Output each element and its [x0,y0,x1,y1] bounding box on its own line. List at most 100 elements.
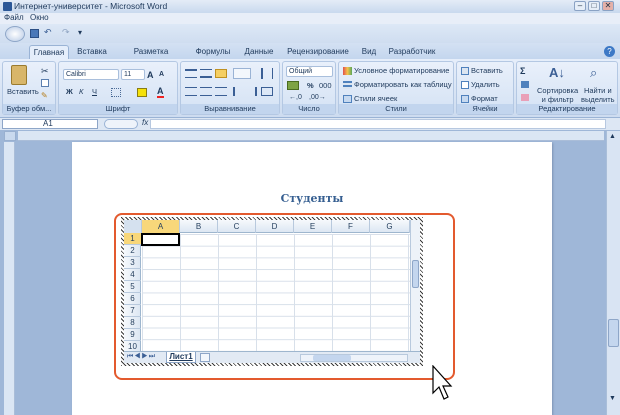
row-header[interactable]: 3 [124,257,141,269]
scroll-down-icon[interactable]: ▼ [609,395,616,402]
tab-insert[interactable]: Вставка [74,45,110,59]
sheet-tab[interactable]: Лист1 [166,352,196,363]
text-orientation-icon[interactable] [233,68,251,79]
fill-icon[interactable] [521,81,529,88]
font-name-select[interactable]: Calibri [63,69,119,80]
find-select-button[interactable]: Найти и выделить [581,86,615,104]
formula-controls[interactable] [104,119,138,129]
help-icon[interactable]: ? [604,46,615,57]
qat-dropdown-icon[interactable]: ▾ [78,28,82,37]
conditional-formatting-button[interactable]: Условное форматирование [354,66,449,75]
menu-file[interactable]: Файл [4,13,24,22]
font-size-select[interactable]: 11 [121,69,145,80]
delete-cells-button[interactable]: Удалить [471,80,500,89]
tab-page-layout[interactable]: Разметка страницы [115,45,187,70]
underline-button[interactable]: Ч [92,87,97,96]
tab-data[interactable]: Данные [240,45,278,59]
increase-decimal-icon[interactable]: ←,0 [289,94,302,101]
tab-developer[interactable]: Разработчик [386,45,438,59]
row-header[interactable]: 8 [124,317,141,329]
tab-formulas[interactable]: Формулы [193,45,233,59]
column-header[interactable]: D [256,220,294,233]
wrap-text-icon[interactable] [261,68,273,79]
cut-icon[interactable]: ✂ [41,66,49,77]
format-as-table-button[interactable]: Форматировать как таблицу [354,80,452,89]
office-button[interactable] [5,26,25,42]
horizontal-ruler[interactable] [18,131,604,141]
row-header[interactable]: 1 [124,233,141,245]
active-cell[interactable] [141,233,180,246]
cell-styles-button[interactable]: Стили ячеек [354,94,397,103]
decrease-indent-icon[interactable] [233,87,243,96]
row-header[interactable]: 9 [124,329,141,341]
minimize-button[interactable]: – [574,1,586,11]
borders-icon[interactable] [111,88,121,97]
paste-icon[interactable] [11,65,27,85]
vertical-ruler[interactable] [4,142,15,415]
scroll-up-icon[interactable]: ▲ [609,133,616,140]
format-painter-icon[interactable]: ✎ [41,91,48,100]
scrollbar-thumb[interactable] [608,319,619,347]
name-box[interactable]: A1 [2,119,98,129]
align-bottom-icon[interactable] [215,69,227,78]
menu-window[interactable]: Окно [30,13,49,22]
sort-filter-button[interactable]: Сортировка и фильтр [537,86,578,104]
column-header[interactable]: E [294,220,332,233]
column-header[interactable]: G [370,220,410,233]
formula-input[interactable] [150,119,606,129]
percent-button[interactable]: % [307,81,314,90]
format-cells-button[interactable]: Формат [471,94,498,103]
fill-color-icon[interactable] [137,88,147,97]
tab-view[interactable]: Вид [358,45,380,59]
align-left-icon[interactable] [185,87,197,96]
insert-cells-button[interactable]: Вставить [471,66,503,75]
maximize-button[interactable]: □ [588,1,600,11]
column-header[interactable]: B [180,220,218,233]
grow-font-icon[interactable]: A [147,70,154,80]
column-header[interactable]: A [142,220,180,233]
align-middle-icon[interactable] [200,69,212,78]
document-vertical-scrollbar[interactable]: ▲ ▼ [606,131,620,415]
new-sheet-icon[interactable] [200,353,210,362]
column-header[interactable]: F [332,220,370,233]
row-header[interactable]: 5 [124,281,141,293]
select-all-corner[interactable] [124,220,142,233]
align-center-icon[interactable] [200,87,212,96]
font-color-icon[interactable]: A [157,86,164,98]
shrink-font-icon[interactable]: A [159,71,164,78]
row-header[interactable]: 2 [124,245,141,257]
align-right-icon[interactable] [215,87,227,96]
redo-icon[interactable]: ↷ [62,27,70,38]
thousands-button[interactable]: 000 [319,81,332,90]
column-header[interactable]: C [218,220,256,233]
sheet-horizontal-scrollbar[interactable] [300,354,408,362]
merge-cells-icon[interactable] [261,87,273,96]
undo-icon[interactable]: ↶ [44,27,52,38]
cell-grid[interactable] [142,234,410,351]
word-app-icon[interactable] [3,2,12,11]
close-button[interactable]: ✕ [602,1,614,11]
bold-button[interactable]: Ж [66,87,73,96]
sheet-scrollbar-thumb[interactable] [412,260,419,288]
sheet-hscroll-thumb[interactable] [313,355,351,361]
number-format-select[interactable]: Общий [286,66,333,77]
copy-icon[interactable] [41,79,49,87]
row-header[interactable]: 6 [124,293,141,305]
insert-function-button[interactable]: fx [142,118,148,127]
align-top-icon[interactable] [185,69,197,78]
sheet-nav-icon[interactable]: ⏮◀▶⏭ [127,353,156,361]
tab-review[interactable]: Рецензирование [283,45,353,59]
row-header[interactable]: 7 [124,305,141,317]
row-header[interactable]: 4 [124,269,141,281]
paste-button[interactable]: Вставить [7,87,39,96]
embedded-spreadsheet[interactable]: A B C D E F G 1 2 3 4 5 6 7 8 9 10 ⏮◀▶⏭ … [124,220,420,363]
sheet-vertical-scrollbar[interactable] [410,220,420,351]
increase-indent-icon[interactable] [247,87,257,96]
decrease-decimal-icon[interactable]: ,00→ [309,94,326,101]
italic-button[interactable]: К [79,87,83,96]
currency-icon[interactable] [287,81,299,90]
ruler-toggle-icon[interactable] [4,131,16,141]
autosum-button[interactable]: Σ [520,66,525,76]
clear-icon[interactable] [521,94,529,101]
save-icon[interactable] [30,29,39,38]
